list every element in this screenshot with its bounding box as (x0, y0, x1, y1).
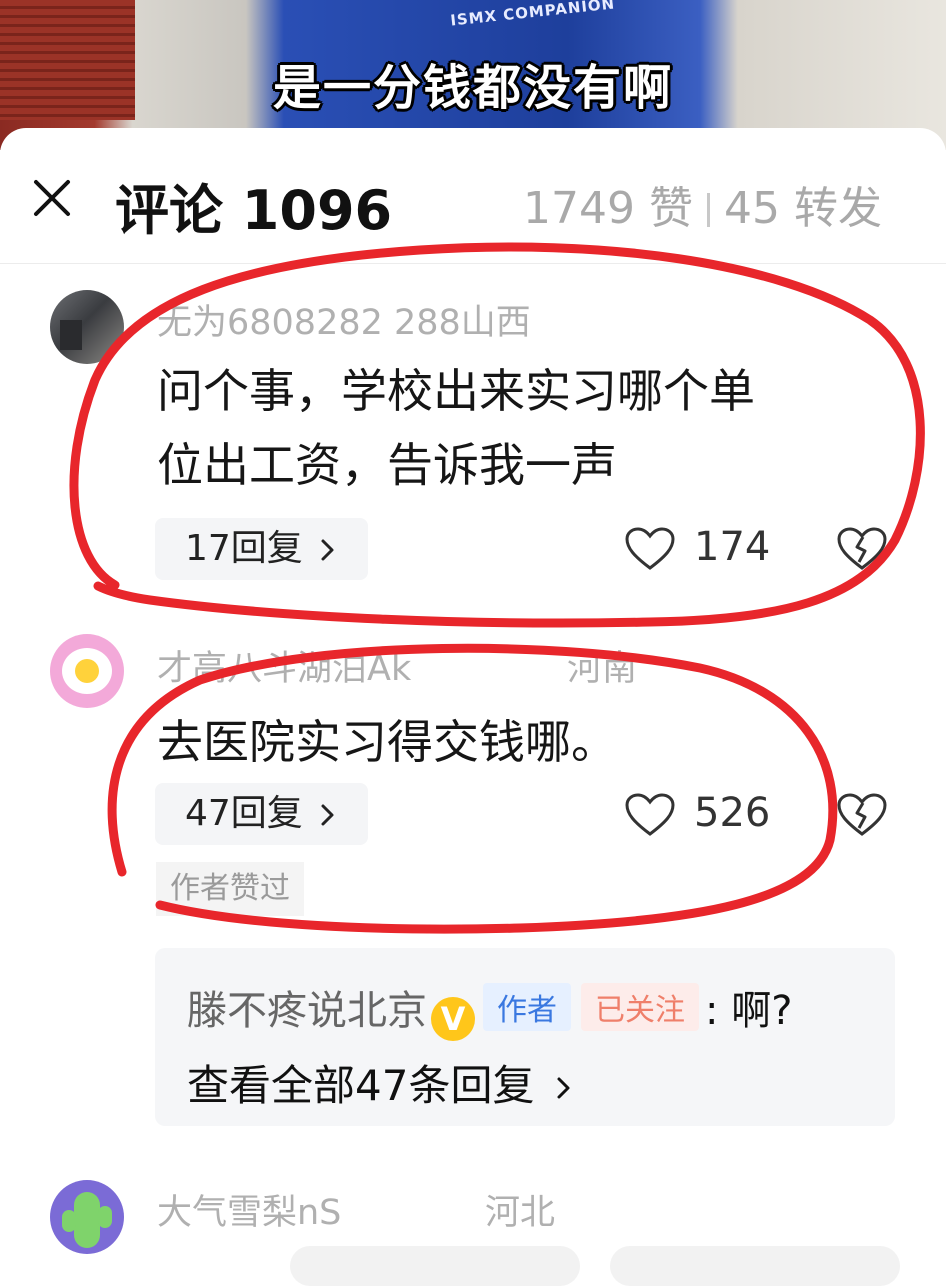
avatar[interactable] (50, 1180, 124, 1254)
egg-yolk (75, 659, 99, 683)
replies-label: 47回复 (185, 793, 303, 834)
comment-username[interactable]: 大气雪梨nS (157, 1184, 341, 1235)
like-button[interactable]: 526 (624, 790, 770, 838)
comments-header: 评论 1096 1749 赞 45 转发 (0, 128, 946, 264)
comment-text: 去医院实习得交钱哪。 (157, 715, 617, 769)
broken-heart-icon[interactable] (836, 526, 888, 572)
like-count: 526 (694, 790, 771, 836)
comment-text: 问个事，学校出来实习哪个单 位出工资，告诉我一声 (157, 354, 897, 502)
comment-text-line: 问个事，学校出来实习哪个单 (157, 364, 755, 418)
cactus-body (74, 1192, 100, 1248)
placeholder-pill (290, 1246, 580, 1286)
comment-location: 河南 (567, 649, 638, 689)
view-replies-button[interactable]: 17回复 (155, 518, 369, 580)
close-icon[interactable] (30, 176, 74, 220)
comments-sheet: 评论 1096 1749 赞 45 转发 无为6808282 288山西 问个事，… (0, 128, 946, 1286)
chevron-right-icon (557, 1077, 570, 1099)
jacket-print-text: ISMX COMPANION (449, 0, 616, 30)
video-subtitle: 是一分钱都没有啊 (272, 60, 673, 116)
stats-divider (707, 193, 711, 227)
chevron-right-icon (321, 539, 334, 561)
comment-location: 河北 (485, 1193, 556, 1233)
cactus-arm (62, 1210, 76, 1232)
avatar-shape (60, 320, 82, 350)
comments-title: 评论 1096 (115, 179, 393, 242)
verified-badge-icon: V (431, 997, 475, 1041)
heart-outline-icon (625, 793, 675, 836)
avatar[interactable] (50, 290, 124, 364)
chevron-right-icon (321, 804, 334, 826)
view-all-replies-link[interactable]: 查看全部47条回复 (187, 1052, 574, 1113)
following-tag: 已关注 (581, 983, 699, 1031)
author-tag: 作者 (483, 983, 571, 1031)
cactus-arm (98, 1206, 112, 1228)
view-replies-button[interactable]: 47回复 (155, 783, 369, 845)
view-all-replies-label: 查看全部47条回复 (187, 1061, 535, 1110)
reply-preview[interactable]: 滕不疼说北京 V 作者 已关注: 啊? 查看全部47条回复 (155, 948, 895, 1126)
reply-author-name[interactable]: 滕不疼说北京 (187, 988, 427, 1034)
like-count: 174 (694, 524, 771, 570)
comment-username[interactable]: 才高八斗湖泊Ak (157, 640, 411, 691)
video-stats: 1749 赞 45 转发 (523, 172, 882, 236)
author-liked-tag: 作者赞过 (156, 862, 304, 916)
replies-label: 17回复 (185, 528, 303, 569)
shares-count: 45 转发 (724, 183, 882, 234)
reply-preview-line: 滕不疼说北京 V 作者 已关注: 啊? (187, 978, 792, 1041)
heart-outline-icon (625, 527, 675, 570)
comment-text-line: 位出工资，告诉我一声 (157, 438, 617, 492)
avatar[interactable] (50, 634, 124, 708)
likes-count: 1749 赞 (523, 183, 694, 234)
comment-username[interactable]: 无为6808282 288山西 (157, 294, 531, 345)
reply-text: : 啊? (705, 988, 793, 1034)
placeholder-pill (610, 1246, 900, 1286)
like-button[interactable]: 174 (624, 524, 770, 572)
broken-heart-icon[interactable] (836, 792, 888, 838)
